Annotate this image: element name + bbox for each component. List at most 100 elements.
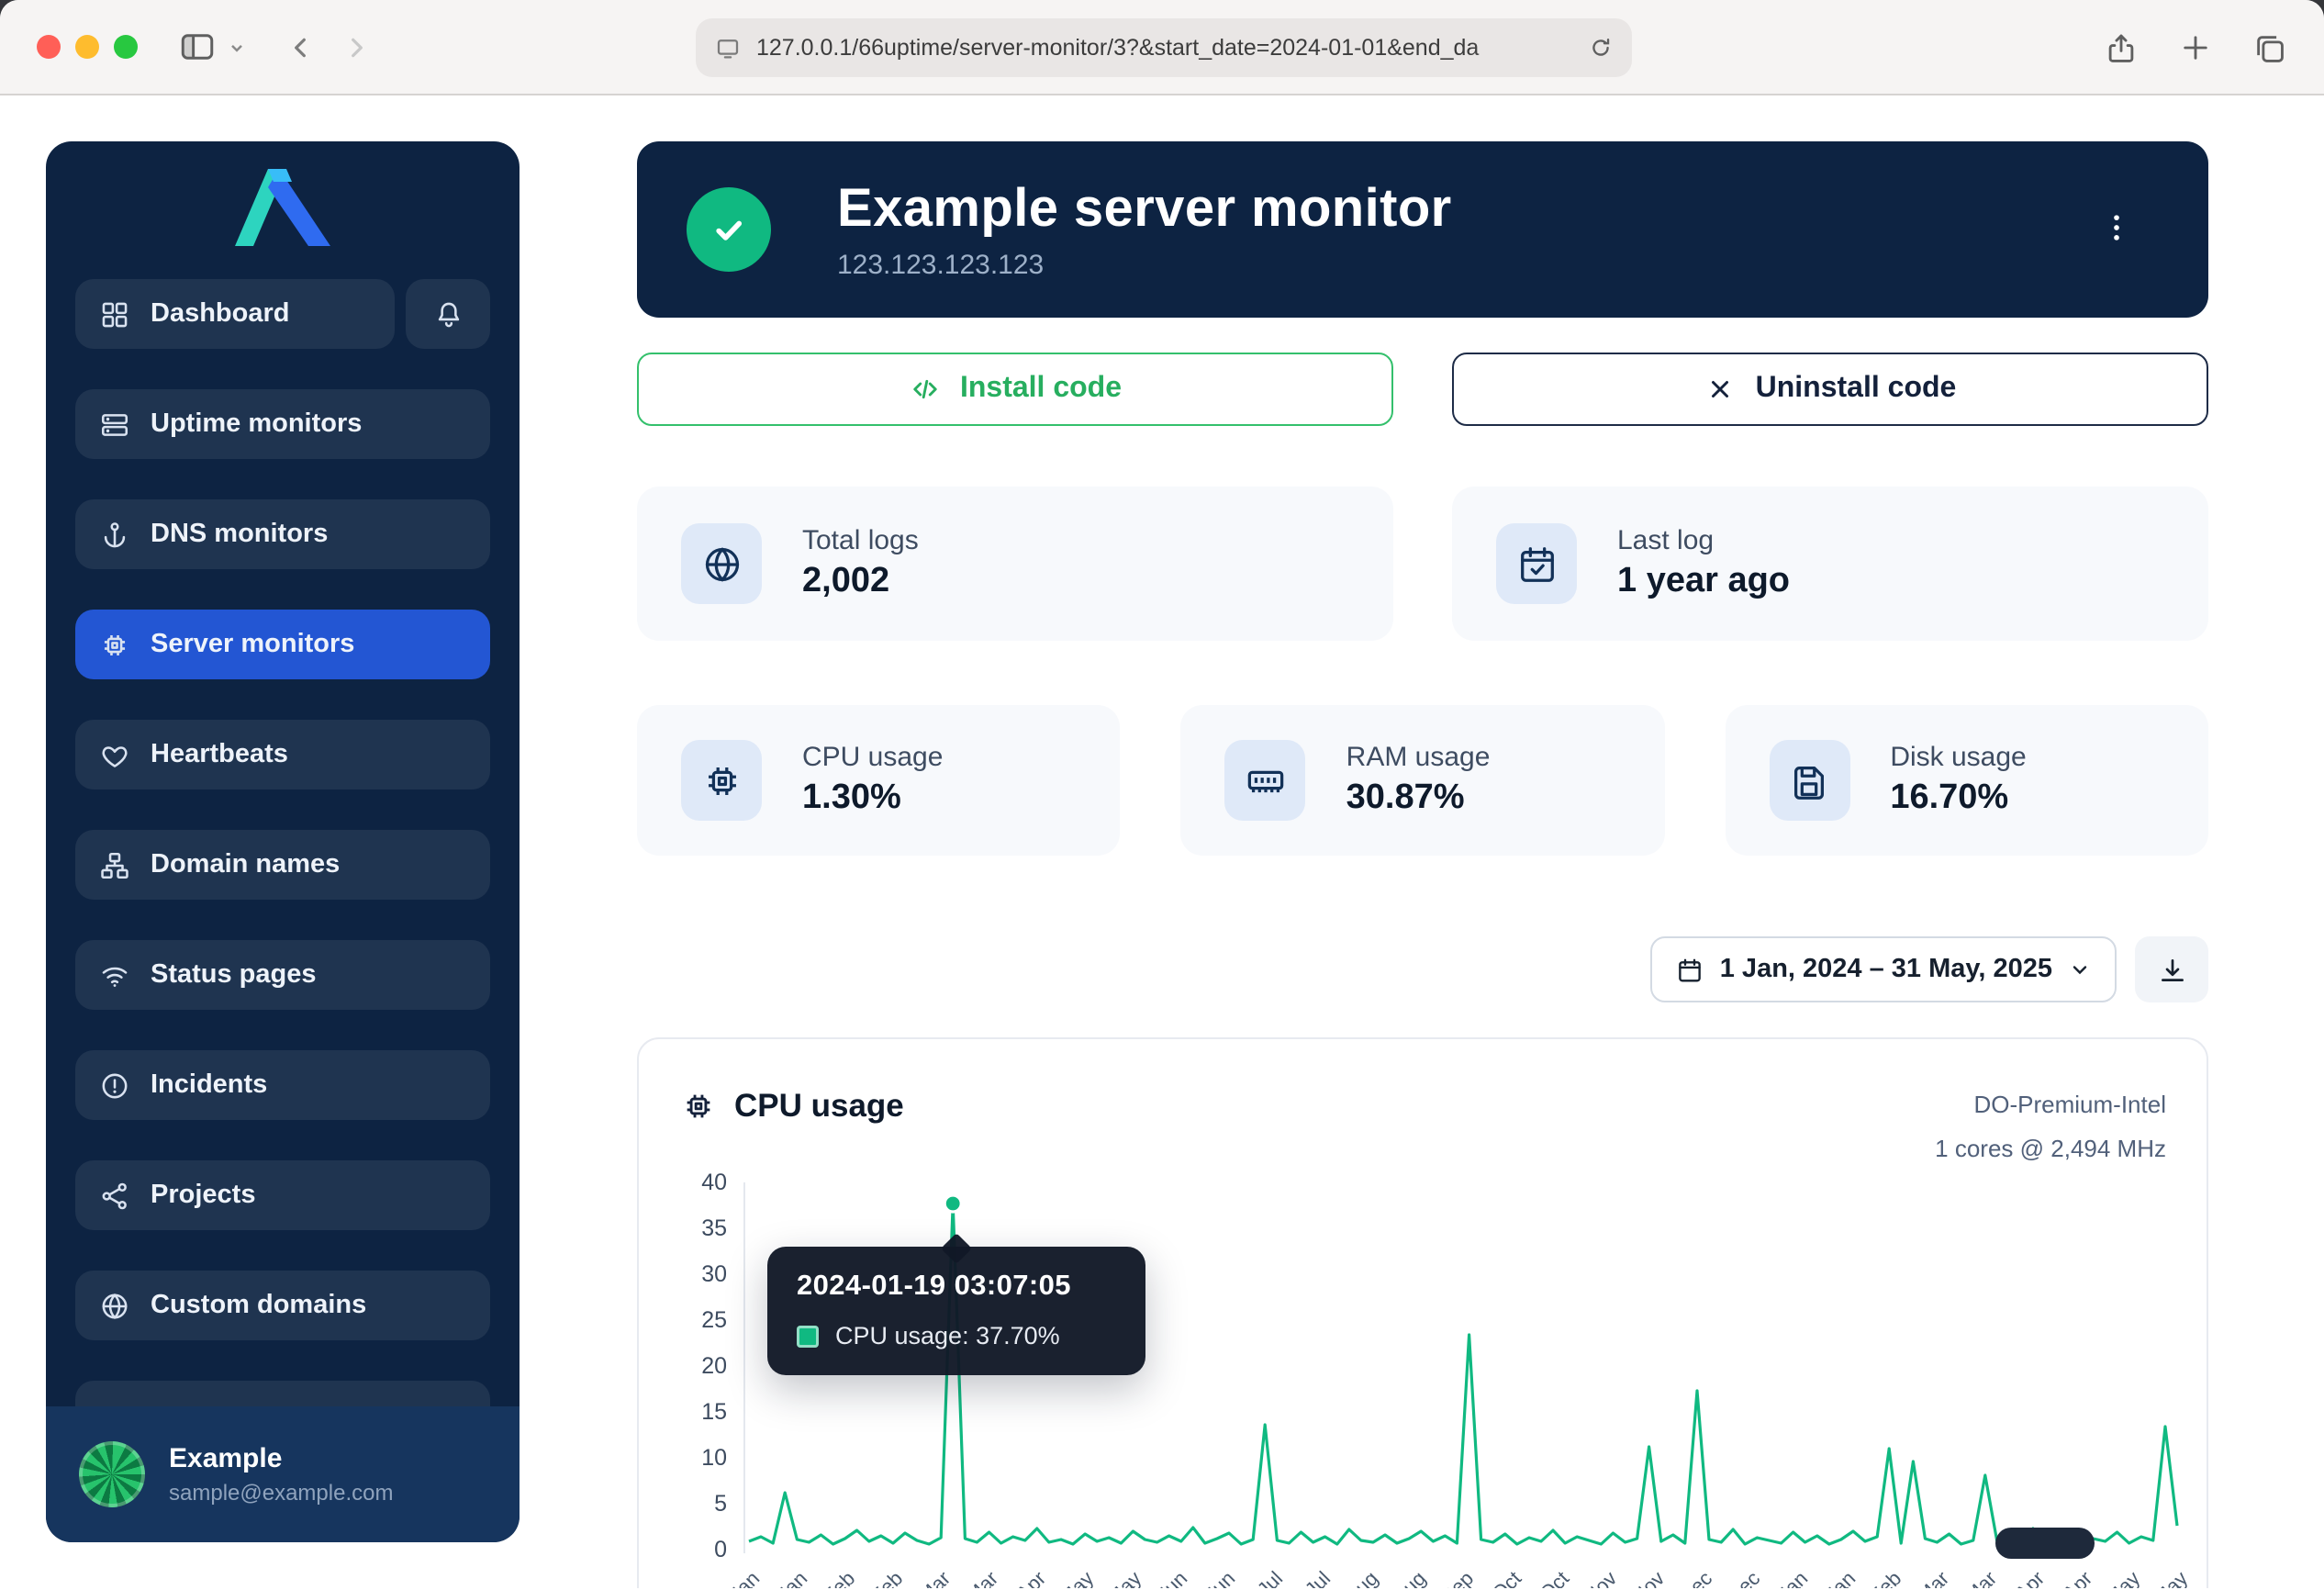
- stat-label: Total logs: [802, 525, 919, 556]
- sidebar-item-label: Dashboard: [151, 299, 290, 329]
- heartbeats-icon: [99, 739, 130, 770]
- sidebar-item-heartbeats[interactable]: Heartbeats: [75, 720, 490, 789]
- x-tick-label: 04 May: [1035, 1568, 1098, 1588]
- x-icon: [1704, 373, 1737, 406]
- status-pages-icon: [99, 959, 130, 991]
- sidebar-item-dashboard[interactable]: Dashboard: [75, 279, 395, 349]
- sidebar-item-label: Uptime monitors: [151, 409, 362, 439]
- x-tick-label: 14 Aug: [1324, 1568, 1383, 1588]
- sidebar-item-status-pages[interactable]: Status pages: [75, 940, 490, 1010]
- sidebar-item-uptime-monitors[interactable]: Uptime monitors: [75, 389, 490, 459]
- x-tick-label: 09 Feb: [799, 1568, 859, 1588]
- sidebar-item-label: Incidents: [151, 1070, 267, 1100]
- close-button[interactable]: [37, 35, 61, 59]
- x-tick-label: 24 Nov: [1608, 1568, 1669, 1588]
- x-tick-label: 23 Jan: [754, 1568, 812, 1588]
- dashboard-grid-icon: [99, 298, 130, 330]
- sidebar-item-label: Projects: [151, 1181, 255, 1210]
- sidebar-item-label: Status pages: [151, 960, 317, 990]
- x-tick-label: 12 May: [2083, 1568, 2145, 1588]
- user-email: sample@example.com: [169, 1480, 393, 1506]
- download-report-button[interactable]: [2135, 936, 2208, 1002]
- sidebar-item-dns-monitors[interactable]: DNS monitors: [75, 499, 490, 569]
- y-tick-label: 15: [639, 1397, 727, 1427]
- address-bar[interactable]: 127.0.0.1/66uptime/server-monitor/3?&sta…: [696, 18, 1632, 77]
- y-tick-label: 30: [639, 1260, 727, 1289]
- minimize-button[interactable]: [75, 35, 99, 59]
- sidebar-item-projects[interactable]: Projects: [75, 1160, 490, 1230]
- x-tick-label: 26 Feb: [847, 1568, 907, 1588]
- x-tick-label: 05 Mar: [1894, 1568, 1954, 1588]
- cpu-chip-icon: [681, 1089, 716, 1124]
- y-tick-label: 25: [639, 1305, 727, 1335]
- sidebar-item-server-monitors[interactable]: Server monitors: [75, 610, 490, 679]
- y-tick-label: 0: [639, 1535, 727, 1564]
- reload-icon[interactable]: [1588, 35, 1614, 61]
- status-ok-icon: [687, 187, 771, 272]
- zoom-button[interactable]: [114, 35, 138, 59]
- chevron-down-icon: [2069, 958, 2091, 980]
- monitor-header-card: Example server monitor 123.123.123.123: [637, 141, 2208, 318]
- x-tick-label: 11 Dec: [1657, 1568, 1716, 1588]
- code-icon: [909, 373, 942, 406]
- tooltip-value: CPU usage: 37.70%: [835, 1322, 1060, 1349]
- stat-label: RAM usage: [1346, 742, 1491, 773]
- app-logo[interactable]: [46, 141, 520, 279]
- window-controls: [37, 35, 138, 59]
- browser-toolbar: 127.0.0.1/66uptime/server-monitor/3?&sta…: [0, 0, 2324, 95]
- x-tick-label: 04 Oct: [1469, 1568, 1526, 1588]
- user-panel[interactable]: Example sample@example.com: [46, 1406, 520, 1542]
- cpu-usage-chart-card: CPU usage DO-Premium-Intel 1 cores @ 2,4…: [637, 1037, 2208, 1588]
- user-avatar: [79, 1441, 145, 1507]
- x-tick-label: 11 Jul: [1235, 1568, 1288, 1588]
- site-icon: [714, 34, 742, 62]
- x-tick-label: 17 Sep: [1418, 1568, 1479, 1588]
- globe-icon: [681, 523, 762, 604]
- x-tick-label: 31 Mar: [943, 1568, 1002, 1588]
- x-tick-label: 07 Nov: [1560, 1568, 1621, 1588]
- x-tick-label: 21 May: [1083, 1568, 1145, 1588]
- incidents-icon: [99, 1069, 130, 1101]
- last-log-card: Last log 1 year ago: [1452, 487, 2208, 641]
- server-ip: 123.123.123.123: [837, 249, 1452, 280]
- stat-value: 16.70%: [1890, 778, 2026, 819]
- stat-label: CPU usage: [802, 742, 943, 773]
- date-range-picker[interactable]: 1 Jan, 2024 – 31 May, 2025: [1650, 936, 2117, 1002]
- stat-label: Last log: [1617, 525, 1790, 556]
- date-range-label: 1 Jan, 2024 – 31 May, 2025: [1720, 955, 2052, 984]
- back-button[interactable]: [286, 32, 316, 62]
- y-tick-label: 35: [639, 1214, 727, 1243]
- url-text: 127.0.0.1/66uptime/server-monitor/3?&sta…: [756, 35, 1588, 61]
- calendar-check-icon: [1496, 523, 1577, 604]
- share-icon[interactable]: [2104, 30, 2139, 65]
- tab-group-chevron-icon[interactable]: [228, 38, 246, 56]
- scroll-indicator[interactable]: [1995, 1528, 2095, 1559]
- notifications-button[interactable]: [406, 279, 490, 349]
- stat-value: 2,002: [802, 562, 919, 602]
- x-tick-label: 31 Jan: [1801, 1568, 1860, 1588]
- sidebar-item-custom-domains[interactable]: Custom domains: [75, 1271, 490, 1340]
- new-tab-icon[interactable]: [2179, 31, 2212, 64]
- stat-value: 30.87%: [1346, 778, 1491, 819]
- disk-icon: [1769, 740, 1849, 821]
- sidebar-item-label: Heartbeats: [151, 740, 288, 769]
- kebab-menu-icon[interactable]: [2098, 208, 2135, 251]
- series-swatch: [797, 1325, 819, 1347]
- dns-monitors-icon: [99, 519, 130, 550]
- uninstall-code-label: Uninstall code: [1756, 373, 1957, 406]
- chart-title: CPU usage: [734, 1087, 904, 1125]
- tab-overview-icon[interactable]: [2252, 30, 2287, 65]
- sidebar-item-incidents[interactable]: Incidents: [75, 1050, 490, 1120]
- x-tick-label: 07 Jun: [1134, 1568, 1193, 1588]
- forward-button[interactable]: [341, 32, 371, 62]
- ram-usage-card: RAM usage 30.87%: [1181, 705, 1665, 856]
- uninstall-code-button[interactable]: Uninstall code: [1452, 353, 2208, 426]
- sidebar-item-label: DNS monitors: [151, 520, 328, 549]
- user-name: Example: [169, 1443, 393, 1474]
- x-tick-label: 31 Aug: [1371, 1568, 1431, 1588]
- sidebar-toggle-icon[interactable]: [178, 28, 217, 66]
- sidebar-item-domain-names[interactable]: Domain names: [75, 830, 490, 900]
- install-code-button[interactable]: Install code: [637, 353, 1393, 426]
- app-page: Dashboard Uptime monitors DNS monitors: [0, 95, 2324, 1588]
- server-specs: 1 cores @ 2,494 MHz: [1935, 1127, 2166, 1171]
